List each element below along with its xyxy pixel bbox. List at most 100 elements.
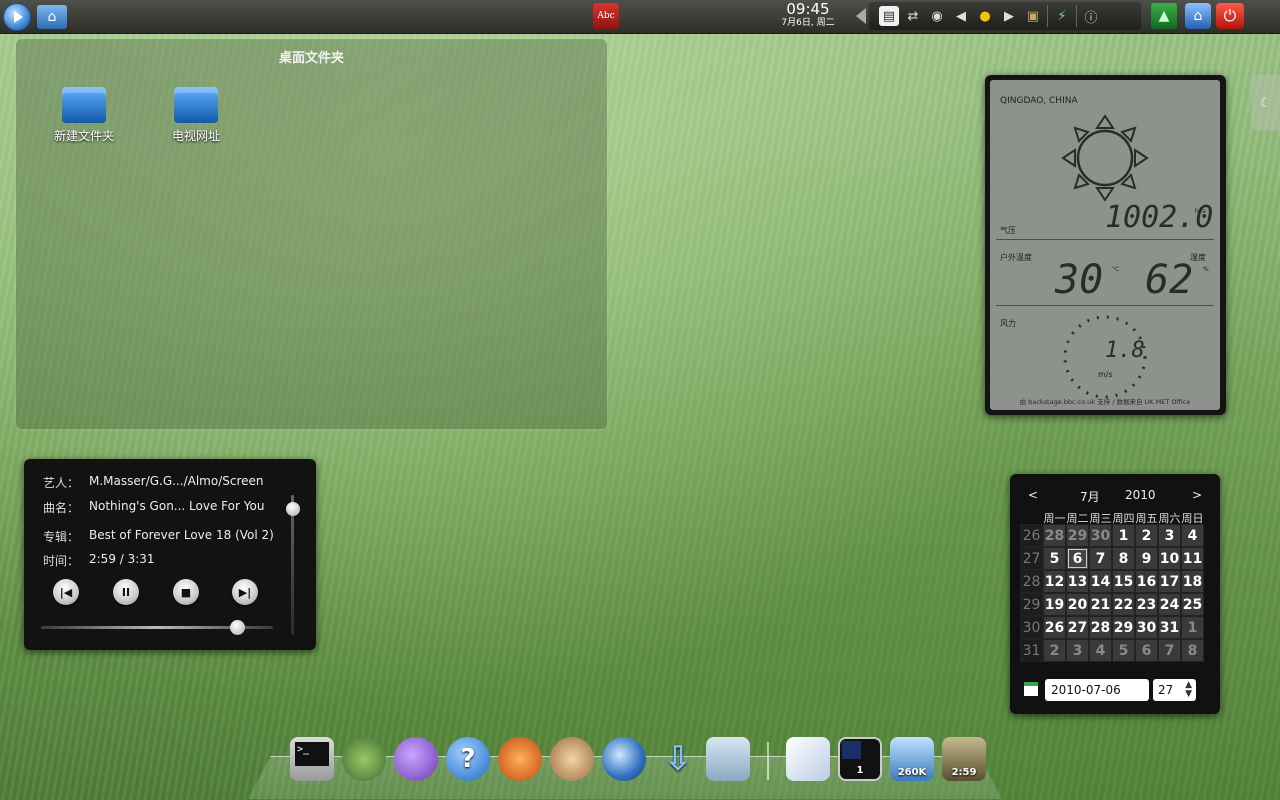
calendar-day-cell[interactable]: 15 (1112, 570, 1135, 593)
desktop-icon-tv-urls[interactable]: 电视网址 (156, 87, 236, 144)
chat-icon[interactable]: ● (975, 6, 995, 26)
calendar-day-cell[interactable]: 6 (1066, 547, 1089, 570)
battery-icon[interactable]: ⚡ (1052, 6, 1072, 26)
tray-expand-icon[interactable] (856, 8, 866, 24)
weather-divider (996, 239, 1214, 240)
calendar-day-cell[interactable]: 14 (1089, 570, 1112, 593)
wind-value: 1.8 (1105, 338, 1145, 363)
calendar-day-cell[interactable]: 3 (1066, 639, 1089, 662)
dock-chat-icon[interactable] (394, 737, 438, 781)
calendar-day-cell[interactable]: 5 (1112, 639, 1135, 662)
disk-icon[interactable]: ▣ (1023, 6, 1043, 26)
calendar-day-cell[interactable]: 7 (1158, 639, 1181, 662)
media-icon[interactable]: ▶ (999, 6, 1019, 26)
calendar-day-cell[interactable]: 26 (1043, 616, 1066, 639)
stop-button[interactable]: ■ (173, 579, 199, 605)
tree-icon[interactable]: ▲ (1151, 3, 1177, 29)
calendar-day-cell[interactable]: 16 (1135, 570, 1158, 593)
calendar-day-cell[interactable]: 1 (1181, 616, 1204, 639)
calendar-day-cell[interactable]: 7 (1089, 547, 1112, 570)
calendar-day-cell[interactable]: 30 (1089, 524, 1112, 547)
calendar-day-cell[interactable]: 9 (1135, 547, 1158, 570)
outdoor-temp-value: 30 (1055, 257, 1104, 303)
calendar-day-cell[interactable]: 10 (1158, 547, 1181, 570)
calendar-day-cell[interactable]: 2 (1043, 639, 1066, 662)
calendar-day-cell[interactable]: 23 (1135, 593, 1158, 616)
previous-track-button[interactable]: |◀ (53, 579, 79, 605)
dock-memory-icon[interactable]: 260K (890, 737, 934, 781)
wifi-icon[interactable]: ◉ (927, 6, 947, 26)
calendar-day-cell[interactable]: 8 (1112, 547, 1135, 570)
clock[interactable]: 09:45 7月6日, 周二 (770, 1, 846, 29)
calendar-day-cell[interactable]: 27 (1066, 616, 1089, 639)
calendar-day-cell[interactable]: 22 (1112, 593, 1135, 616)
info-icon[interactable]: ⓘ (1081, 6, 1101, 26)
dock-notes-icon[interactable] (786, 737, 830, 781)
kde-launcher-icon[interactable] (3, 3, 31, 31)
folder-icon (174, 87, 218, 123)
calendar-next-button[interactable]: > (1192, 488, 1202, 502)
calendar-day-cell[interactable]: 1 (1112, 524, 1135, 547)
weekday-header: 周一 (1043, 512, 1066, 525)
calendar-day-cell[interactable]: 28 (1089, 616, 1112, 639)
calendar-day-cell[interactable]: 4 (1181, 524, 1204, 547)
spin-arrows-icon[interactable]: ▲ ▼ (1185, 681, 1192, 699)
calendar-day-cell[interactable]: 31 (1158, 616, 1181, 639)
network-icon[interactable]: ⇄ (903, 6, 923, 26)
calendar-day-cell[interactable]: 5 (1043, 547, 1066, 570)
calendar-day-cell[interactable]: 12 (1043, 570, 1066, 593)
dock-download-manager-icon[interactable] (550, 737, 594, 781)
calendar-year[interactable]: 2010 (1125, 488, 1156, 502)
dock-terminal-icon[interactable] (290, 737, 334, 781)
calendar-day-cell[interactable]: 29 (1066, 524, 1089, 547)
dock-memory-badge: 260K (897, 767, 927, 778)
calendar-day-cell[interactable]: 4 (1089, 639, 1112, 662)
weather-widget[interactable]: QINGDAO, CHINA 气压 1002.0 hPa 户外温度 湿度 30 … (985, 75, 1226, 415)
dictionary-button[interactable]: Abc (593, 3, 619, 29)
clipboard-icon[interactable]: ▤ (879, 6, 899, 26)
calendar-day-cell[interactable]: 20 (1066, 593, 1089, 616)
calendar-month[interactable]: 7月 (1080, 488, 1100, 505)
calendar-prev-button[interactable]: < (1028, 488, 1038, 502)
seek-slider-handle[interactable] (230, 620, 246, 635)
calendar-icon[interactable] (1024, 682, 1038, 696)
calendar-day-cell[interactable]: 13 (1066, 570, 1089, 593)
calendar-day-cell[interactable]: 21 (1089, 593, 1112, 616)
calendar-day-cell[interactable]: 3 (1158, 524, 1181, 547)
dock-browser-icon[interactable] (602, 737, 646, 781)
calendar-day-cell[interactable]: 19 (1043, 593, 1066, 616)
volume-slider-handle[interactable] (286, 502, 300, 516)
desktop-icon-new-folder[interactable]: 新建文件夹 (44, 87, 124, 144)
dock-file-manager-icon[interactable] (706, 737, 750, 781)
pause-button[interactable]: II (113, 579, 139, 605)
dock-timer-icon[interactable]: 2:59 (942, 737, 986, 781)
calendar-day-cell[interactable]: 29 (1112, 616, 1135, 639)
dock-downloads-icon[interactable]: ⇩ (656, 737, 700, 781)
calendar-day-cell[interactable]: 30 (1135, 616, 1158, 639)
calendar-day-cell[interactable]: 17 (1158, 570, 1181, 593)
power-icon[interactable]: ⏻ (1216, 3, 1244, 29)
week-number-spinbox[interactable]: 27 ▲ ▼ (1153, 679, 1196, 701)
next-track-button[interactable]: ▶| (232, 579, 258, 605)
calendar-day-cell[interactable]: 25 (1181, 593, 1204, 616)
volume-icon[interactable]: ◀ (951, 6, 971, 26)
pressure-value: 1002.0 (1105, 200, 1214, 235)
calendar-day-cell[interactable]: 18 (1181, 570, 1204, 593)
dock-help-icon[interactable]: ? (446, 737, 490, 781)
volume-slider[interactable] (291, 495, 294, 635)
panel-toolbox-handle[interactable]: ☾ (1251, 75, 1280, 131)
calendar-day-cell[interactable]: 11 (1181, 547, 1204, 570)
weekday-header: 周四 (1112, 512, 1135, 525)
dock-photo-viewer-icon[interactable] (342, 737, 386, 781)
calendar-day-cell[interactable]: 6 (1135, 639, 1158, 662)
calendar-day-cell[interactable]: 24 (1158, 593, 1181, 616)
calendar-day-cell[interactable]: 28 (1043, 524, 1066, 547)
dock-paint-icon[interactable] (498, 737, 542, 781)
humidity-value: 62 (1145, 257, 1194, 303)
calendar-day-cell[interactable]: 8 (1181, 639, 1204, 662)
calendar-day-cell[interactable]: 2 (1135, 524, 1158, 547)
lock-icon[interactable]: ⌂ (1185, 3, 1211, 29)
dock-pager-icon[interactable]: 1 (838, 737, 882, 781)
date-input[interactable]: 2010-07-06 (1045, 679, 1149, 701)
home-icon[interactable]: ⌂ (37, 5, 67, 29)
